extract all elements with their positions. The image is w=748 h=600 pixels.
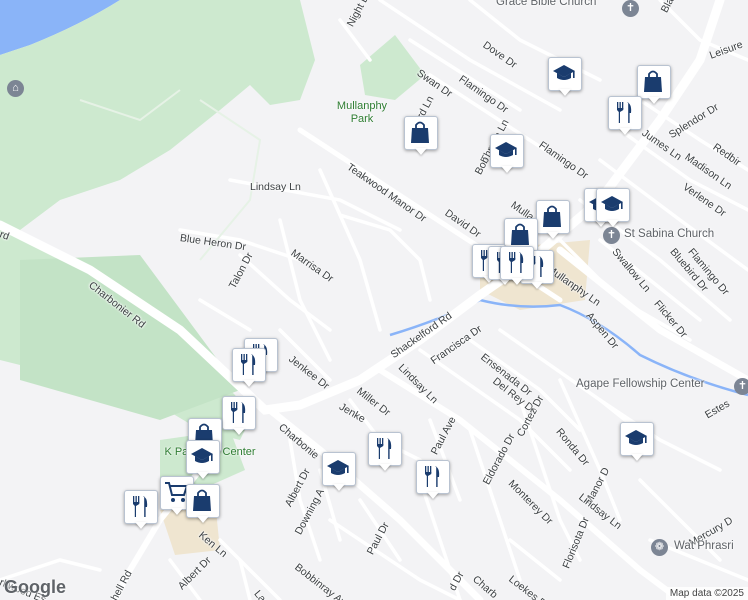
marker-restaurant[interactable]	[232, 348, 266, 388]
marker-restaurant[interactable]	[608, 96, 642, 136]
church-icon[interactable]: ✝	[622, 0, 639, 17]
marker-school[interactable]	[186, 440, 220, 480]
marker-restaurant[interactable]	[368, 432, 402, 472]
church-icon[interactable]: ✝	[734, 378, 748, 395]
marker-school[interactable]	[322, 452, 356, 492]
place-label-agape-fellowship[interactable]: Agape Fellowship Center	[576, 378, 705, 390]
marker-shopping[interactable]	[186, 484, 220, 524]
place-label-grace-bible-church[interactable]: Grace Bible Church	[496, 0, 596, 8]
museum-icon[interactable]: ⌂	[7, 80, 24, 97]
marker-shopping[interactable]	[536, 200, 570, 240]
place-label-wat-phrasri[interactable]: Wat Phrasri	[674, 540, 734, 552]
marker-restaurant[interactable]	[416, 460, 450, 500]
church-icon[interactable]: ✝	[603, 227, 620, 244]
temple-icon[interactable]: ❁	[651, 539, 668, 556]
marker-shopping[interactable]	[404, 116, 438, 156]
park-label-mullanphy: Mullanphy Park	[336, 100, 388, 125]
map-attribution[interactable]: Map data ©2025	[665, 587, 748, 600]
marker-restaurant[interactable]	[124, 490, 158, 530]
marker-shopping[interactable]	[637, 65, 671, 105]
marker-restaurant[interactable]	[500, 246, 534, 286]
google-logo: Google	[4, 577, 66, 597]
marker-school[interactable]	[596, 188, 630, 228]
marker-school[interactable]	[490, 134, 524, 174]
street-label: Lindsay Ln	[250, 181, 301, 193]
place-label-st-sabina-church[interactable]: St Sabina Church	[624, 228, 714, 240]
marker-restaurant[interactable]	[222, 396, 256, 436]
marker-school[interactable]	[620, 422, 654, 462]
marker-school[interactable]	[548, 57, 582, 97]
map-canvas[interactable]: Night Dr Dove Dr Swan Dr Flamingo Dr Thr…	[0, 0, 748, 600]
